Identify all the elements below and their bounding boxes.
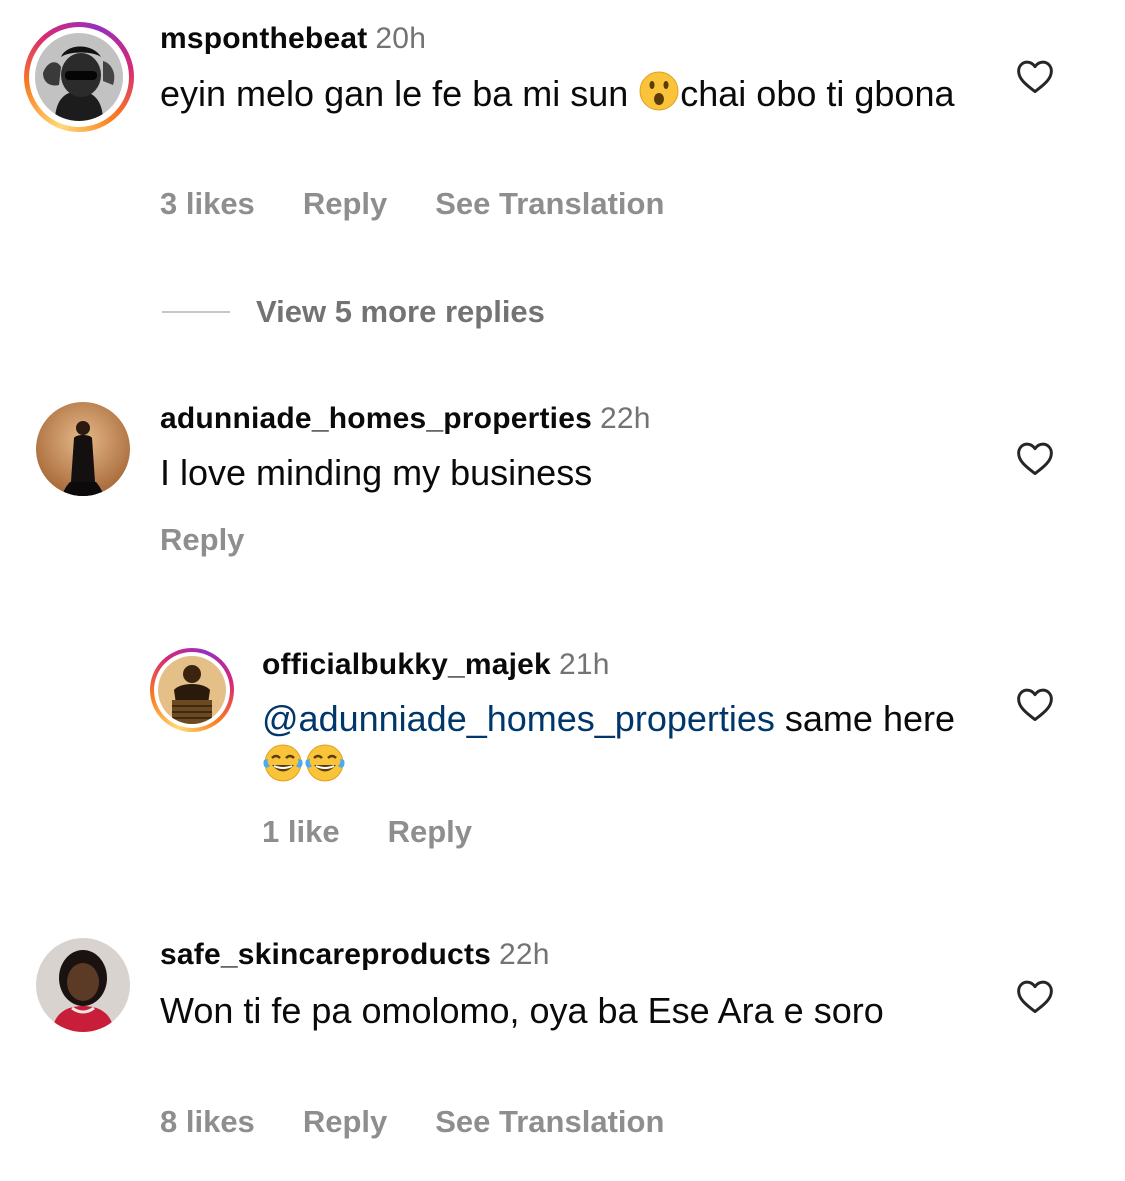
comment-actions: Reply (160, 522, 292, 558)
username[interactable]: msponthebeat 20h (160, 22, 426, 56)
timestamp: 20h (375, 22, 427, 55)
heart-outline-icon[interactable] (1015, 440, 1055, 476)
avatar[interactable] (36, 402, 130, 496)
face-with-tears-of-joy-emoji (262, 742, 304, 795)
comment-actions: 1 like Reply (262, 814, 520, 850)
reply-button[interactable]: Reply (388, 814, 472, 850)
avatar[interactable] (35, 33, 123, 121)
heart-outline-icon[interactable] (1015, 686, 1055, 722)
username-text[interactable]: safe_skincareproducts (160, 938, 491, 971)
likes-count[interactable]: 3 likes (160, 186, 255, 222)
surprised-face-emoji (638, 70, 680, 123)
comment-text: I love minding my business (160, 452, 593, 493)
username-text[interactable]: msponthebeat (160, 22, 367, 55)
heart-outline-icon[interactable] (1015, 978, 1055, 1014)
comment-text: @adunniade_homes_properties same here (262, 696, 962, 795)
reply-button[interactable]: Reply (160, 522, 244, 558)
heart-outline-icon[interactable] (1015, 58, 1055, 94)
reply-button[interactable]: Reply (303, 186, 387, 222)
view-more-replies[interactable]: View 5 more replies (162, 290, 545, 334)
divider (162, 311, 230, 313)
see-translation-button[interactable]: See Translation (435, 1104, 664, 1140)
see-translation-button[interactable]: See Translation (435, 186, 664, 222)
comment-text: eyin melo gan le fe ba mi sun chai obo t… (160, 70, 960, 123)
username[interactable]: adunniade_homes_properties 22h (160, 402, 651, 436)
likes-count[interactable]: 1 like (262, 814, 340, 850)
comment-actions: 3 likes Reply See Translation (160, 186, 712, 222)
avatar[interactable] (158, 656, 226, 724)
username-text[interactable]: adunniade_homes_properties (160, 402, 592, 435)
username[interactable]: officialbukky_majek 21h (262, 648, 610, 682)
likes-count[interactable]: 8 likes (160, 1104, 255, 1140)
timestamp: 22h (599, 402, 651, 435)
mention-link[interactable]: @adunniade_homes_properties (262, 698, 775, 739)
timestamp: 21h (558, 648, 610, 681)
reply-button[interactable]: Reply (303, 1104, 387, 1140)
username-text[interactable]: officialbukky_majek (262, 648, 551, 681)
comment-actions: 8 likes Reply See Translation (160, 1104, 712, 1140)
username[interactable]: safe_skincareproducts 22h (160, 938, 550, 972)
view-more-replies-label[interactable]: View 5 more replies (256, 294, 545, 330)
face-with-tears-of-joy-emoji (304, 742, 346, 795)
avatar[interactable] (36, 938, 130, 1032)
comment-text: Won ti fe pa omolomo, oya ba Ese Ara e s… (160, 990, 884, 1031)
timestamp: 22h (499, 938, 550, 971)
